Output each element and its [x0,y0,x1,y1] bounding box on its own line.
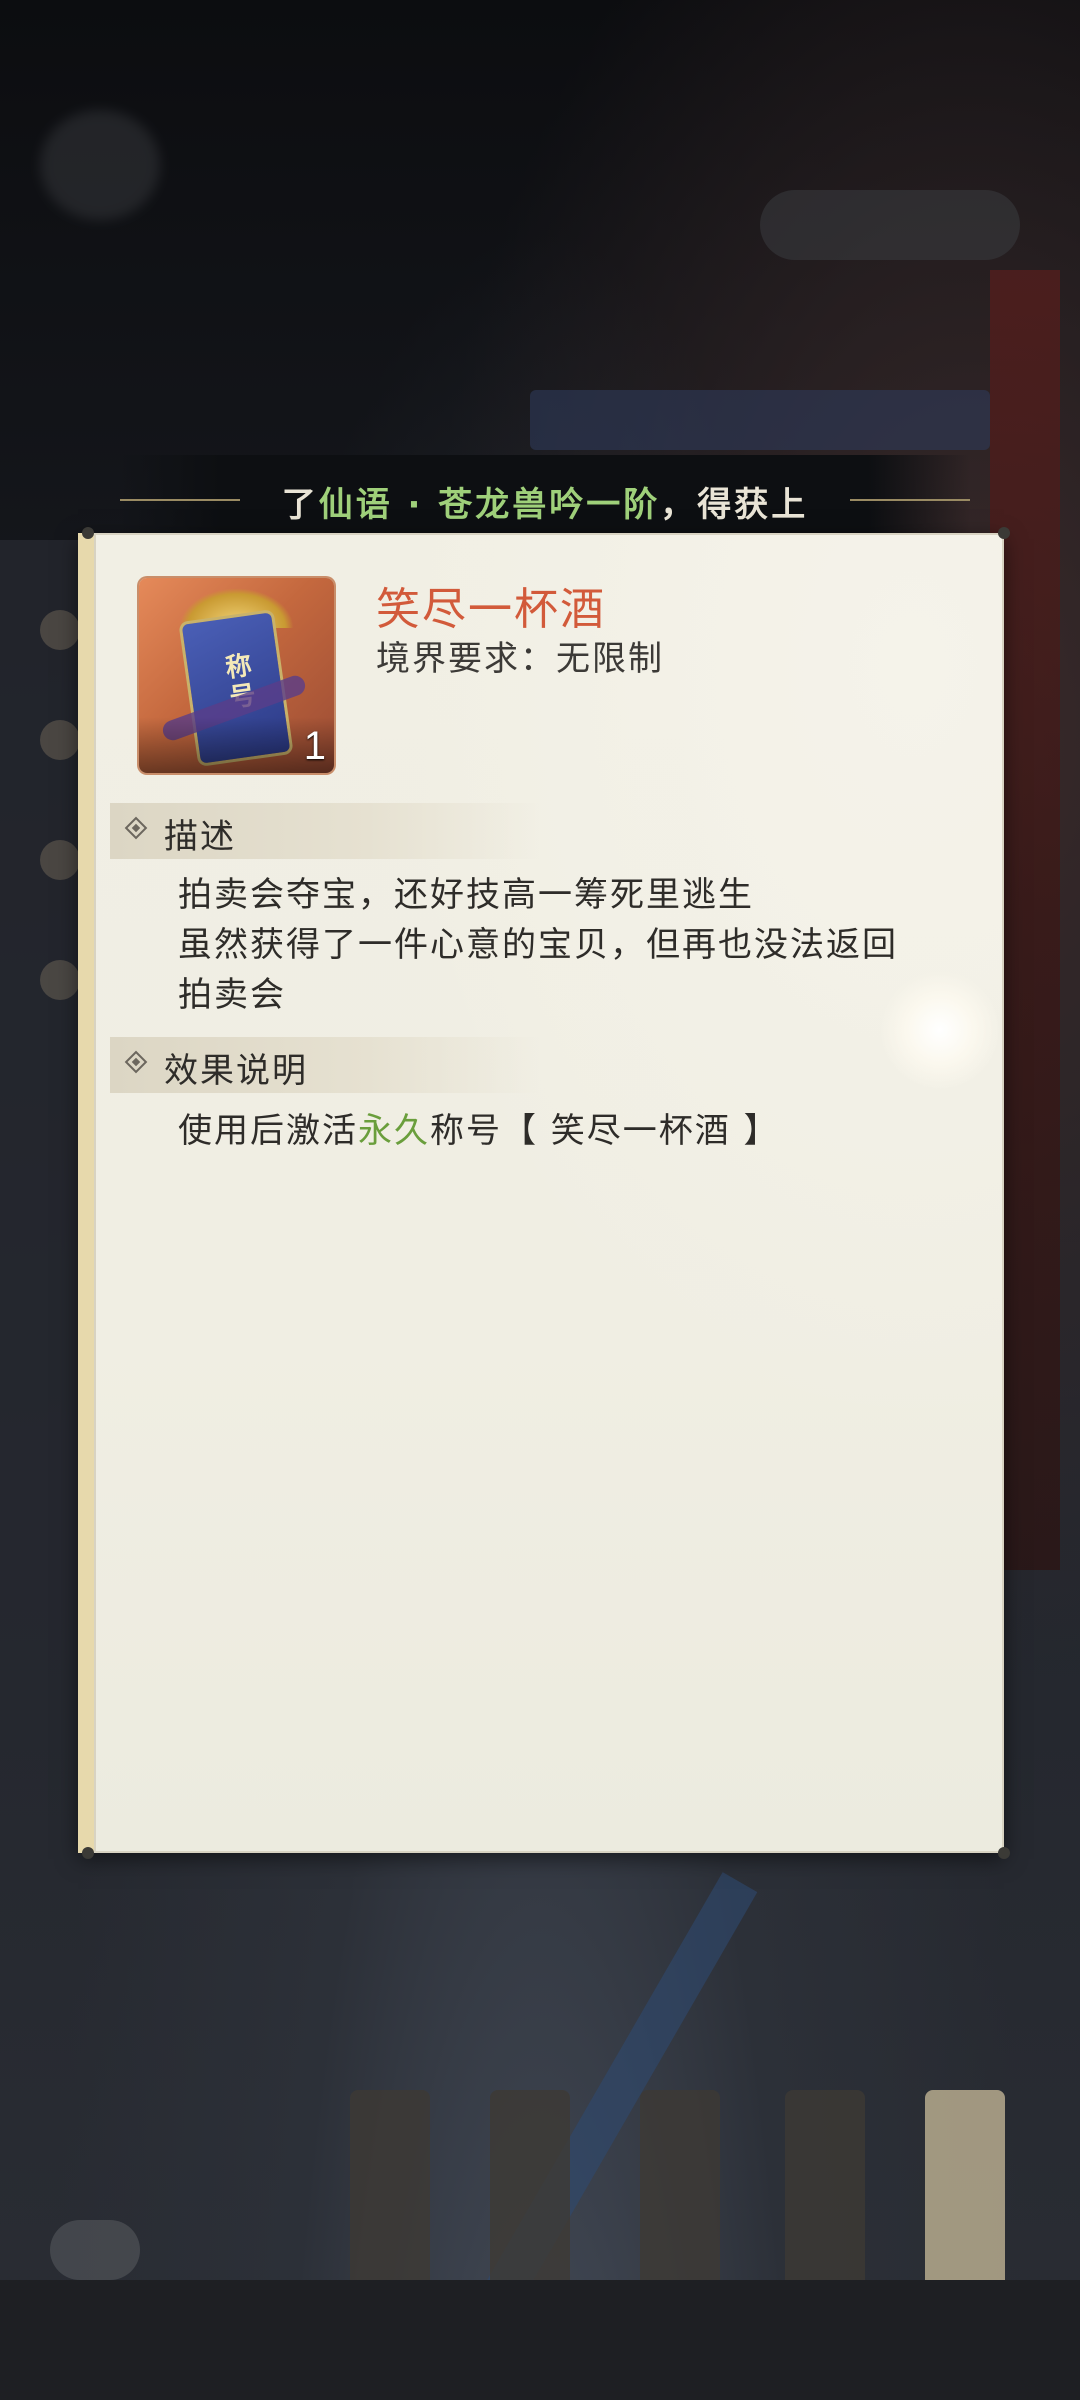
description-line: 虽然获得了一件心意的宝贝，但再也没法返回 [178,925,898,965]
notice-highlight: 仙语 · 苍龙兽吟一阶 [318,485,661,525]
card-corner [82,527,94,539]
notice-text: 了仙语 · 苍龙兽吟一阶，得获上 [270,477,820,527]
notice-suffix: ，得获上 [660,485,809,525]
description-line: 拍卖会 [178,975,286,1015]
item-requirement: 境界要求：无限制 [376,639,664,679]
background-bottom-bar [0,2280,1080,2400]
item-detail-card: 称号 1 笑尽一杯酒 境界要求：无限制 描述 拍卖会夺宝，还好技高一筹死里逃生 … [78,527,1010,1859]
card-corner [998,1847,1010,1859]
item-name: 笑尽一杯酒 [376,584,606,635]
notice-prefix: 了 [281,485,319,525]
effect-line: 使用后激活永久称号【 笑尽一杯酒 】 [178,1103,780,1152]
description-line: 拍卖会夺宝，还好技高一筹死里逃生 [178,875,754,915]
background-bottom-icon [50,2220,140,2280]
section-header-effect: 效果说明 [110,1037,540,1093]
effect-suffix: 称号【 笑尽一杯酒 】 [430,1111,780,1151]
item-count: 1 [303,724,326,768]
effect-highlight: 永久 [358,1111,430,1151]
diamond-icon [124,816,148,840]
section-title: 效果说明 [164,1051,308,1091]
effect-prefix: 使用后激活 [178,1111,358,1151]
title-badge-icon: 称号 1 [139,578,334,773]
background-left-column [0,540,80,1700]
sparkle-glow [880,970,1000,1090]
card-corner [82,1847,94,1859]
section-header-description: 描述 [110,803,540,859]
background-left-dot [40,960,80,1000]
diamond-icon [124,1050,148,1074]
background-left-dot [40,840,80,880]
card-corner [998,527,1010,539]
background-avatar [40,110,160,220]
section-title: 描述 [164,817,236,857]
background-left-dot [40,610,80,650]
background-search-pill [760,190,1020,260]
background-banner [530,390,990,450]
background-left-dot [40,720,80,760]
